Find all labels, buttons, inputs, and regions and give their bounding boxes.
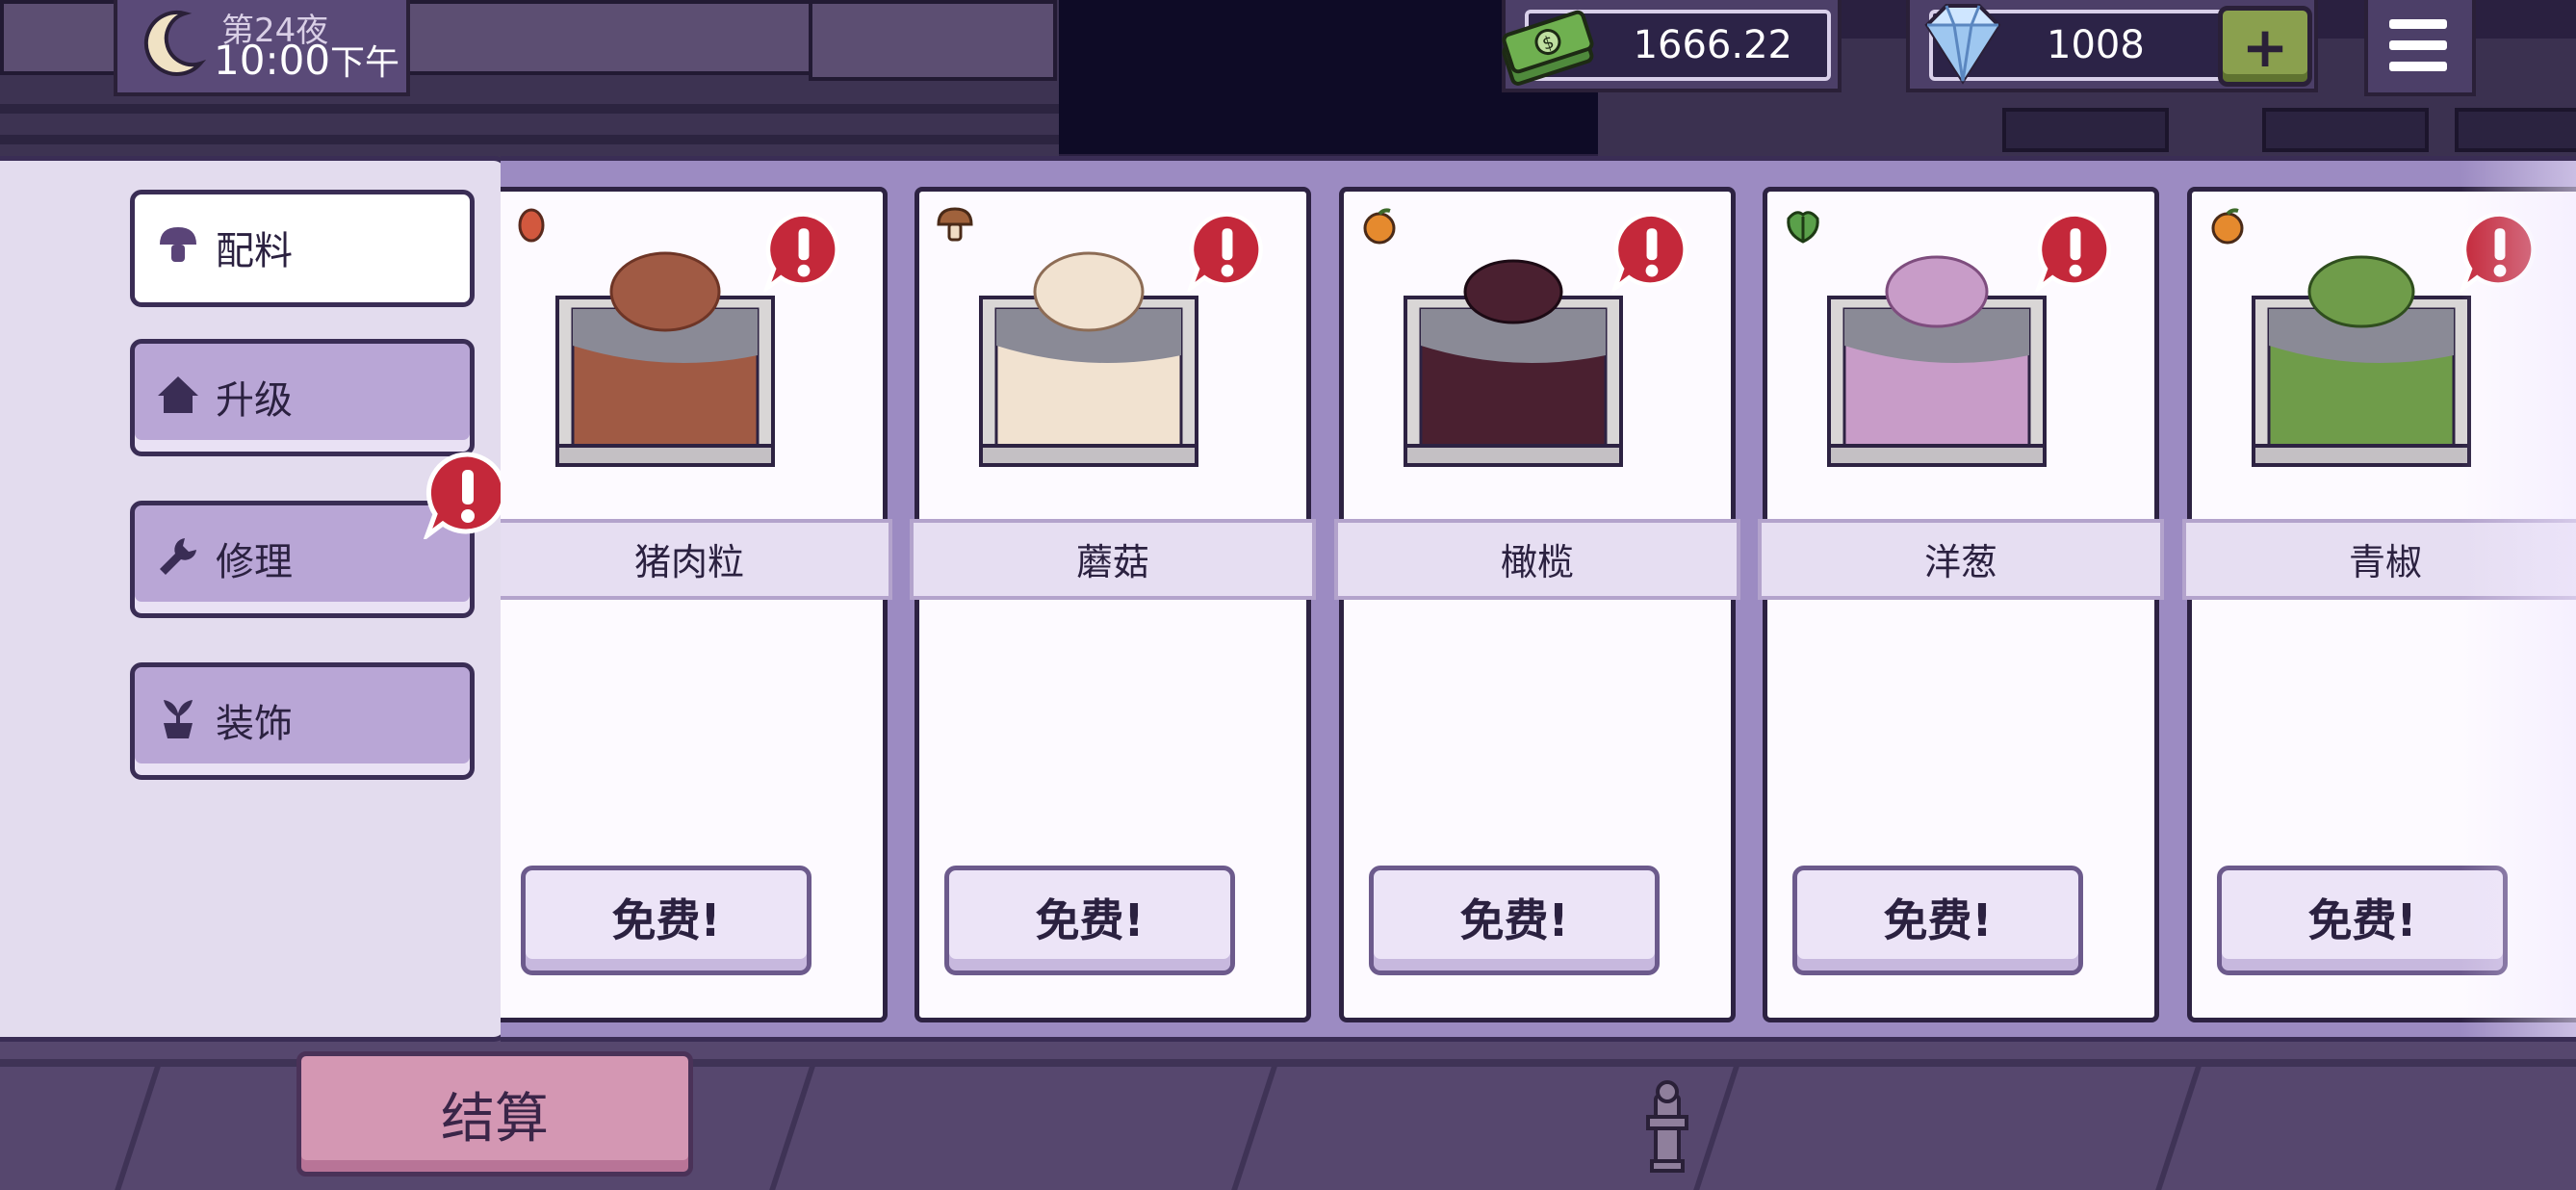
main-menu-button[interactable] xyxy=(2364,0,2476,96)
ingredient-card-onion[interactable]: 洋葱 免费! xyxy=(1758,187,2164,1022)
ingredient-name-bar: 猪肉粒 xyxy=(501,519,892,600)
ingredient-name: 青椒 xyxy=(2348,541,2422,583)
wrench-icon xyxy=(160,538,196,575)
fire-hydrant-icon xyxy=(1646,1080,1688,1173)
tab-label: 升级 xyxy=(216,378,293,423)
money-stack-icon: $ xyxy=(1502,10,1594,86)
tab-decoration[interactable]: 装饰 xyxy=(130,662,475,780)
moon-icon xyxy=(143,10,206,76)
alert-badge-icon xyxy=(1187,212,1263,292)
tab-label: 修理 xyxy=(216,540,293,584)
clock-time: 10:00下午 xyxy=(214,37,400,84)
alert-badge-icon xyxy=(2460,212,2536,292)
checkout-button[interactable]: 结算 xyxy=(296,1051,693,1177)
green-pepper-crate-icon xyxy=(2252,255,2471,467)
ingredient-name: 猪肉粒 xyxy=(633,541,744,583)
alert-badge-icon xyxy=(2035,212,2111,292)
cash-display: 1666.22 $ xyxy=(1502,0,1842,92)
meat-icon xyxy=(518,208,545,243)
tab-upgrade[interactable]: 升级 xyxy=(130,339,475,456)
ingredient-name-bar: 洋葱 xyxy=(1758,519,2164,600)
alert-badge-icon xyxy=(424,452,507,539)
free-claim-button[interactable]: 免费! xyxy=(1369,866,1660,975)
ingredient-name: 蘑菇 xyxy=(1075,541,1149,583)
mushroom-icon xyxy=(160,227,196,262)
ingredient-name: 橄榄 xyxy=(1500,541,1574,583)
cash-amount: 1666.22 xyxy=(1633,23,1792,67)
diamond-icon xyxy=(1924,4,2001,85)
roof-awning xyxy=(809,0,1057,81)
hamburger-menu-icon xyxy=(2389,19,2447,29)
alert-badge-icon xyxy=(1611,212,1687,292)
free-claim-button[interactable]: 免费! xyxy=(2217,866,2508,975)
ingredient-name-bar: 橄榄 xyxy=(1334,519,1740,600)
ingredient-card-green-pepper[interactable]: 青椒 免费! xyxy=(2182,187,2576,1022)
orange-fruit-icon xyxy=(1363,208,1396,245)
house-icon xyxy=(158,376,198,413)
ingredient-card-pork[interactable]: 猪肉粒 免费! xyxy=(501,187,892,1022)
plus-icon: + xyxy=(2241,14,2289,80)
day-time-display: 第24夜 10:00下午 xyxy=(114,0,410,96)
free-claim-button[interactable]: 免费! xyxy=(521,866,811,975)
ingredient-card-mushroom[interactable]: 蘑菇 免费! xyxy=(910,187,1316,1022)
add-gems-button[interactable]: + xyxy=(2218,6,2312,87)
ingredient-card-olive[interactable]: 橄榄 免费! xyxy=(1334,187,1740,1022)
pork-crate-icon xyxy=(555,251,775,467)
potted-plant-icon xyxy=(164,700,193,738)
mushroom-crate-icon xyxy=(979,251,1198,467)
leafy-green-icon xyxy=(1787,211,1819,244)
olive-crate-icon xyxy=(1404,259,1623,467)
ingredient-name-bar: 蘑菇 xyxy=(910,519,1316,600)
gem-amount: 1008 xyxy=(2047,23,2145,67)
tab-ingredients[interactable]: 配料 xyxy=(130,190,475,307)
ingredient-card-panel: 猪肉粒 免费! 蘑菇 免费! 橄榄 免费! 洋葱 免费! 青椒 免费! xyxy=(501,156,2576,1042)
onion-crate-icon xyxy=(1827,255,2047,467)
tab-label: 装饰 xyxy=(216,702,293,746)
ingredient-name: 洋葱 xyxy=(1923,541,1997,583)
gem-display: 1008 + xyxy=(1906,0,2318,92)
ingredient-name-bar: 青椒 xyxy=(2182,519,2576,600)
free-claim-button[interactable]: 免费! xyxy=(1792,866,2083,975)
tab-label: 配料 xyxy=(216,229,293,273)
free-claim-button[interactable]: 免费! xyxy=(944,866,1235,975)
mushroom-icon xyxy=(937,207,973,242)
orange-fruit-icon xyxy=(2211,208,2244,245)
alert-badge-icon xyxy=(763,212,839,292)
